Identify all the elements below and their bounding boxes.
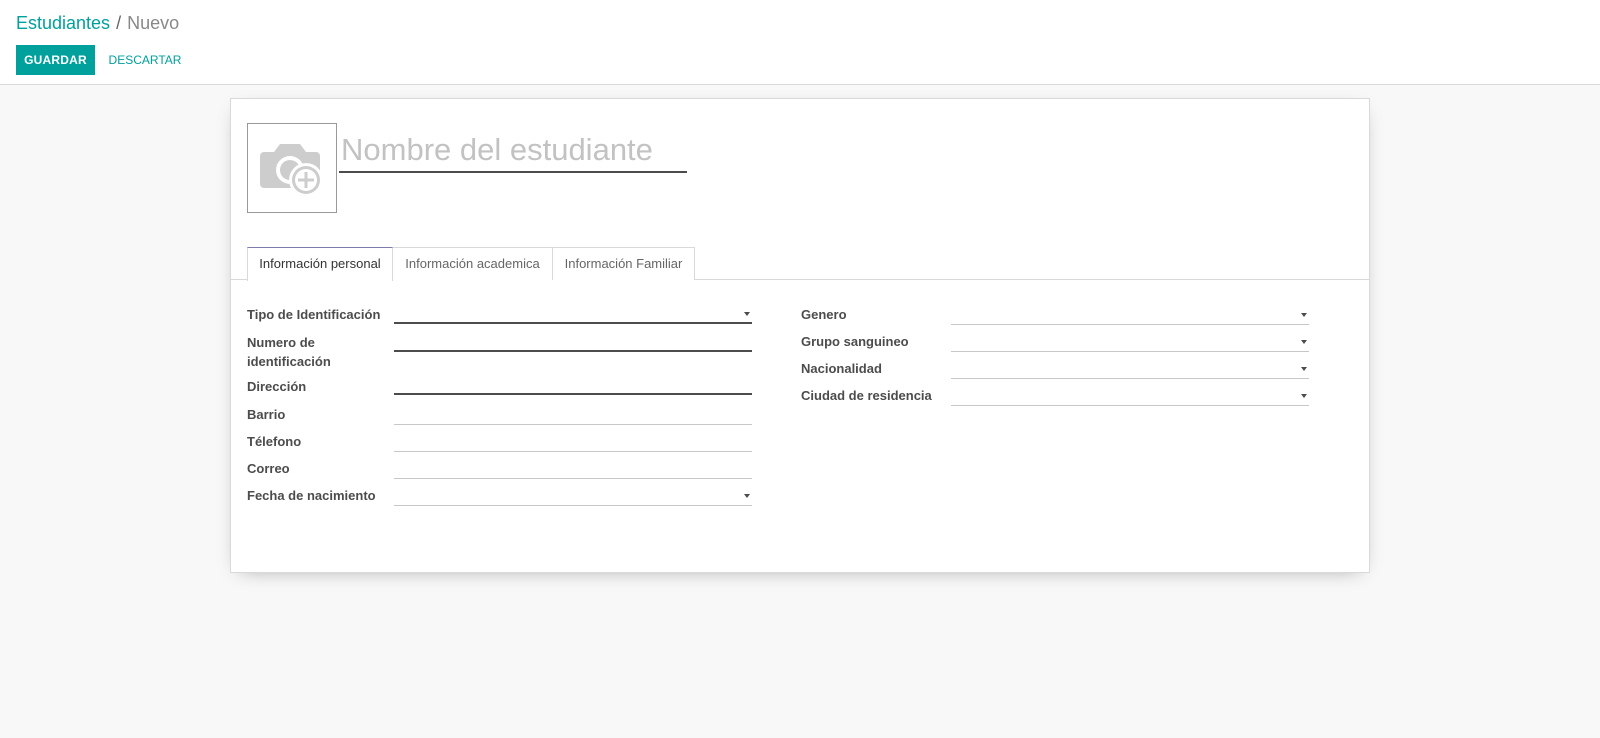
chevron-down-icon[interactable] — [744, 312, 750, 316]
student-name-input[interactable] — [339, 129, 687, 173]
chevron-down-icon[interactable] — [744, 494, 750, 498]
tab-bar: Información personal Información academi… — [231, 247, 1369, 281]
fecha-nacimiento-input[interactable] — [394, 484, 752, 506]
tipo-identificacion-select[interactable] — [394, 302, 752, 324]
field-label-genero: Genero — [801, 307, 847, 322]
breadcrumb-separator: / — [116, 13, 122, 33]
form-sheet: Información personal Información academi… — [230, 98, 1370, 573]
control-panel: Estudiantes / Nuevo GUARDAR DESCARTAR — [0, 0, 1600, 85]
tab-informacion-personal[interactable]: Información personal — [247, 247, 393, 281]
field-label-telefono: Télefono — [247, 434, 302, 449]
field-label-ciudad-residencia: Ciudad de residencia — [801, 388, 932, 403]
avatar-upload[interactable] — [247, 123, 337, 213]
correo-input[interactable] — [394, 457, 752, 479]
field-label-numero-identificacion: Numero de identificación — [247, 335, 331, 369]
direccion-input[interactable] — [394, 373, 752, 395]
field-label-grupo-sanguineo: Grupo sanguineo — [801, 334, 909, 349]
chevron-down-icon[interactable] — [1301, 394, 1307, 398]
breadcrumb-parent-link[interactable]: Estudiantes — [16, 13, 110, 33]
breadcrumb: Estudiantes / Nuevo — [16, 12, 179, 34]
chevron-down-icon[interactable] — [1301, 340, 1307, 344]
tab-informacion-familiar[interactable]: Información Familiar — [552, 247, 695, 280]
field-label-fecha-nacimiento: Fecha de nacimiento — [247, 488, 376, 503]
nacionalidad-select[interactable] — [951, 357, 1309, 379]
grupo-sanguineo-select[interactable] — [951, 330, 1309, 352]
field-label-tipo-identificacion: Tipo de Identificación — [247, 307, 381, 322]
genero-select[interactable] — [951, 303, 1309, 325]
numero-identificacion-input[interactable] — [394, 330, 752, 352]
telefono-input[interactable] — [394, 430, 752, 452]
field-label-direccion: Dirección — [247, 379, 307, 394]
field-label-barrio: Barrio — [247, 407, 286, 422]
barrio-input[interactable] — [394, 403, 752, 425]
chevron-down-icon[interactable] — [1301, 367, 1307, 371]
discard-button[interactable]: DESCARTAR — [100, 45, 190, 75]
tab-informacion-academica[interactable]: Información academica — [392, 247, 553, 280]
camera-plus-icon — [260, 144, 323, 197]
breadcrumb-current: Nuevo — [127, 13, 180, 33]
ciudad-residencia-select[interactable] — [951, 384, 1309, 406]
field-label-correo: Correo — [247, 461, 290, 476]
field-label-nacionalidad: Nacionalidad — [801, 361, 882, 376]
chevron-down-icon[interactable] — [1301, 313, 1307, 317]
save-button[interactable]: GUARDAR — [16, 45, 95, 75]
